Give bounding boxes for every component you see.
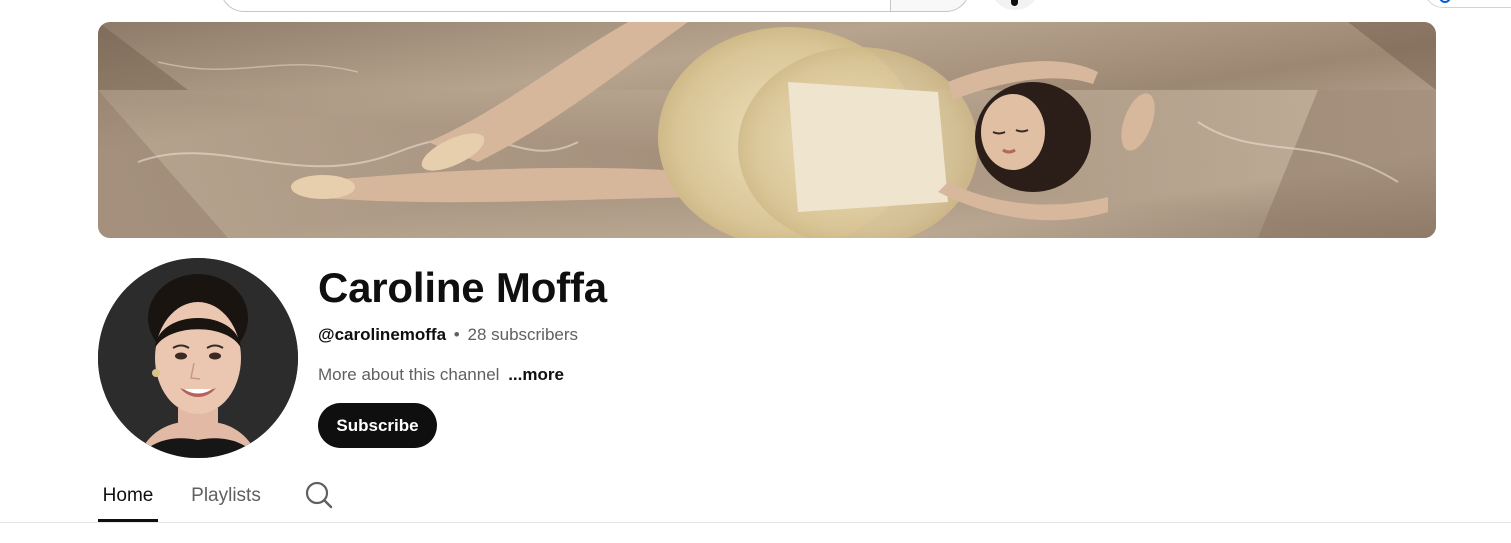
meta-separator: •: [453, 325, 460, 344]
channel-meta: @carolinemoffa • 28 subscribers: [318, 325, 578, 345]
search-icon[interactable]: [304, 480, 334, 510]
tab-home[interactable]: Home: [98, 470, 158, 522]
sign-in-button[interactable]: [1424, 0, 1511, 8]
avatar[interactable]: [98, 258, 298, 458]
subscriber-count: 28 subscribers: [467, 325, 579, 344]
channel-description-row[interactable]: More about this channel ...more: [318, 365, 564, 385]
mic-icon: [1011, 0, 1018, 6]
voice-search-button[interactable]: [992, 0, 1038, 10]
channel-banner: [98, 22, 1436, 238]
channel-description: More about this channel: [318, 365, 500, 384]
search-button[interactable]: [890, 0, 970, 12]
subscribe-button[interactable]: Subscribe: [318, 403, 437, 448]
more-link[interactable]: ...more: [508, 365, 564, 384]
channel-name: Caroline Moffa: [318, 264, 607, 311]
channel-tabs: Home Playlists: [98, 470, 358, 522]
tab-playlists[interactable]: Playlists: [184, 470, 268, 522]
search-input[interactable]: [220, 0, 892, 12]
channel-handle: @carolinemoffa: [318, 325, 447, 344]
account-icon: [1439, 0, 1451, 3]
tabs-divider: [0, 522, 1511, 523]
